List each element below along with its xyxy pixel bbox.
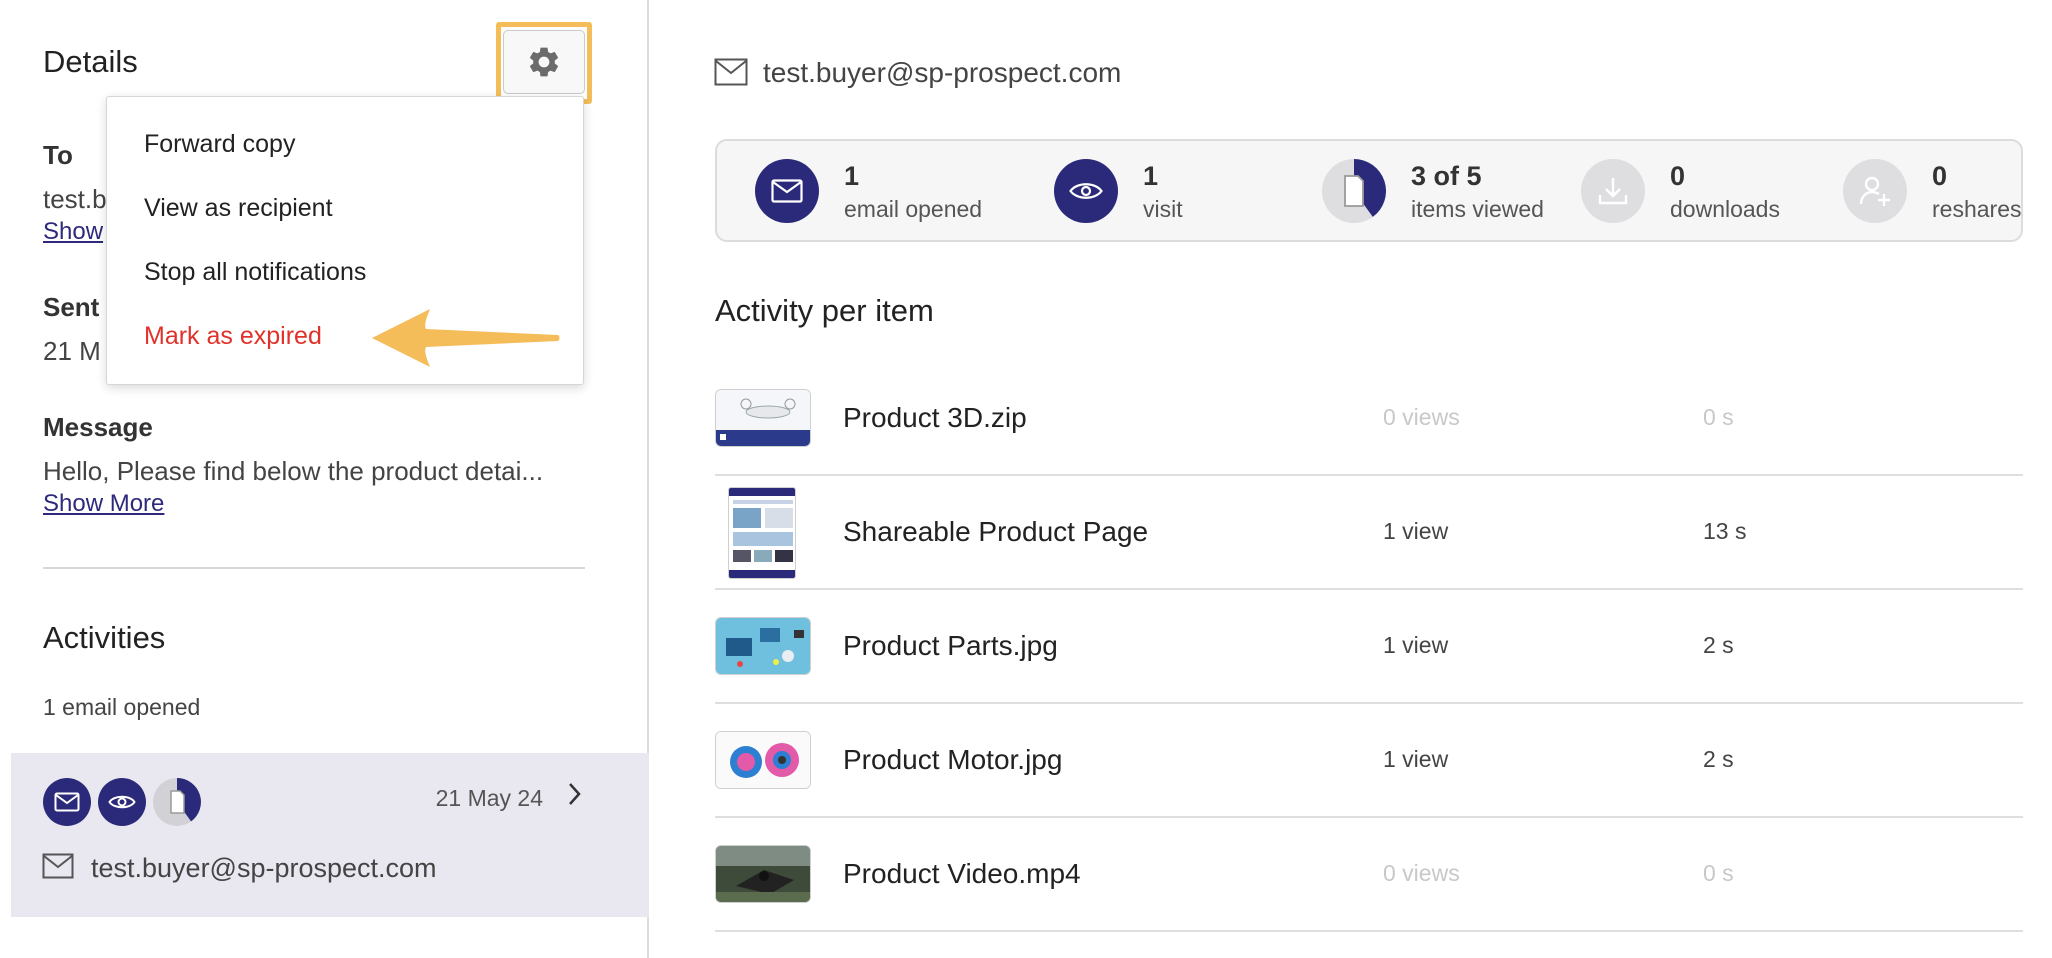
item-row[interactable]: Shareable Product Page 1 view 13 s xyxy=(715,476,2023,590)
stat-value: 1 xyxy=(1143,161,1159,191)
menu-item-view-as-recipient[interactable]: View as recipient xyxy=(144,194,333,223)
item-views: 1 view xyxy=(1383,518,1449,544)
summary-panel: test.buyer@sp-prospect.com 1 email opene… xyxy=(651,0,2052,958)
stat-label: visit xyxy=(1143,196,1183,222)
envelope-icon xyxy=(42,853,74,879)
menu-item-mark-as-expired[interactable]: Mark as expired xyxy=(144,322,322,351)
divider xyxy=(43,567,585,569)
to-label: To xyxy=(43,140,73,170)
mail-icon xyxy=(755,159,819,223)
activities-summary: 1 email opened xyxy=(43,694,201,720)
eye-icon xyxy=(1054,159,1118,223)
activity-card[interactable]: 21 May 24 test.buyer@sp-prospect.com xyxy=(11,753,649,917)
details-title: Details xyxy=(43,44,138,79)
stat-value: 0 xyxy=(1932,161,1948,191)
item-row[interactable]: Product Video.mp4 0 views 0 s xyxy=(715,818,2023,932)
item-thumbnail xyxy=(715,617,811,675)
item-views: 0 views xyxy=(1383,860,1460,886)
details-panel: Details To test.b Show Sent 21 M Message… xyxy=(0,0,649,958)
item-name: Product Motor.jpg xyxy=(843,744,1063,775)
stat-value: 1 xyxy=(844,161,860,191)
eye-icon xyxy=(98,778,146,826)
message-value: Hello, Please find below the product det… xyxy=(43,456,544,486)
item-name: Product Video.mp4 xyxy=(843,858,1081,889)
item-thumbnail xyxy=(728,487,796,579)
item-thumbnail xyxy=(715,731,811,789)
recipient-email: test.buyer@sp-prospect.com xyxy=(763,57,1122,88)
menu-item-forward-copy[interactable]: Forward copy xyxy=(144,130,295,159)
stat-label: items viewed xyxy=(1411,196,1544,222)
activity-email: test.buyer@sp-prospect.com xyxy=(91,853,437,883)
stat-label: reshares xyxy=(1932,196,2022,222)
envelope-icon xyxy=(714,58,748,86)
activity-date: 21 May 24 xyxy=(435,785,543,811)
item-time: 2 s xyxy=(1703,746,1734,772)
item-time: 0 s xyxy=(1703,860,1734,886)
activity-per-item-title: Activity per item xyxy=(715,293,934,328)
stat-label: downloads xyxy=(1670,196,1780,222)
document-progress-icon xyxy=(1322,159,1386,223)
item-time: 13 s xyxy=(1703,518,1747,544)
stat-value: 0 xyxy=(1670,161,1686,191)
chevron-right-icon xyxy=(569,783,581,805)
item-name: Shareable Product Page xyxy=(843,516,1149,547)
activities-title: Activities xyxy=(43,620,166,655)
item-views: 1 view xyxy=(1383,632,1449,658)
item-thumbnail xyxy=(715,845,811,903)
item-thumbnail xyxy=(715,389,811,447)
arrow-annotation-icon xyxy=(372,309,560,367)
document-progress-icon xyxy=(153,778,201,826)
item-name: Product Parts.jpg xyxy=(843,630,1058,661)
message-label: Message xyxy=(43,412,153,442)
item-row[interactable]: Product Parts.jpg 1 view 2 s xyxy=(715,590,2023,704)
show-more-link[interactable]: Show More xyxy=(43,490,164,518)
stat-label: email opened xyxy=(844,196,983,222)
item-views: 0 views xyxy=(1383,404,1460,430)
to-show-link[interactable]: Show xyxy=(43,218,103,246)
item-name: Product 3D.zip xyxy=(843,402,1027,433)
to-value: test.b xyxy=(43,184,107,214)
sent-value: 21 M xyxy=(43,336,101,366)
item-row[interactable]: Product 3D.zip 0 views 0 s xyxy=(715,362,2023,476)
settings-button[interactable] xyxy=(503,30,585,94)
stats-summary: 1 email opened 1 visit 3 of 5 items view… xyxy=(715,139,2023,242)
mail-icon xyxy=(43,778,91,826)
add-user-icon xyxy=(1843,159,1907,223)
item-time: 2 s xyxy=(1703,632,1734,658)
stat-value: 3 of 5 xyxy=(1411,161,1482,191)
menu-item-stop-notifications[interactable]: Stop all notifications xyxy=(144,258,366,287)
gear-icon xyxy=(529,47,559,77)
download-icon xyxy=(1581,159,1645,223)
item-views: 1 view xyxy=(1383,746,1449,772)
sent-label: Sent xyxy=(43,292,100,322)
item-row[interactable]: Product Motor.jpg 1 view 2 s xyxy=(715,704,2023,818)
item-time: 0 s xyxy=(1703,404,1734,430)
